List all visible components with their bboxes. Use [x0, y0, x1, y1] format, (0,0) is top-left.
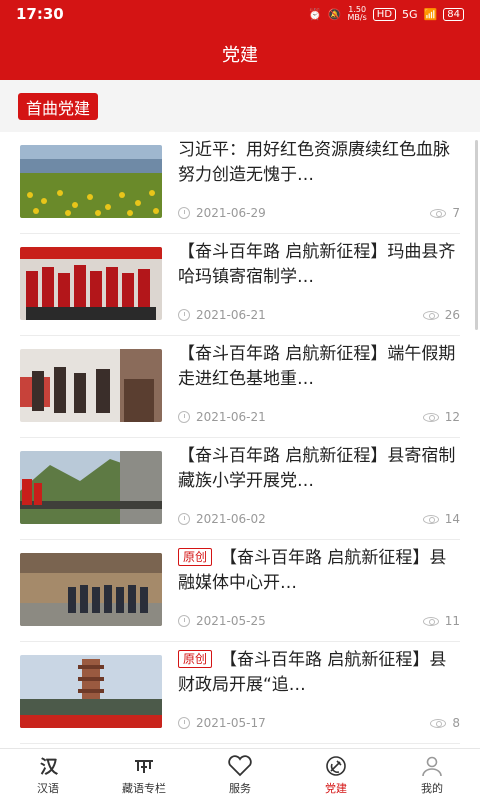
article-view-count: 8	[452, 716, 460, 730]
tab-chinese[interactable]: 汉 汉语	[0, 749, 96, 800]
eye-icon	[422, 514, 439, 524]
article-title[interactable]: 习近平：用好红色资源赓续红色血脉 努力创造无愧于…	[178, 138, 460, 188]
article-date: 2021-05-25	[196, 614, 266, 628]
article-views: 26	[422, 308, 460, 322]
svg-text:汉: 汉	[40, 757, 59, 777]
article-item[interactable]: 习近平：用好红色资源赓续红色血脉 努力创造无愧于… 2021-06-29 7	[20, 132, 460, 234]
party-emblem-icon	[324, 754, 348, 778]
status-time: 17:30	[16, 5, 64, 23]
article-meta: 2021-05-17 8	[178, 716, 460, 730]
tab-label: 汉语	[37, 781, 59, 795]
article-date: 2021-06-02	[196, 512, 266, 526]
section-tag[interactable]: 首曲党建	[18, 93, 99, 120]
article-view-count: 26	[444, 308, 460, 322]
article-date: 2021-06-29	[196, 206, 266, 220]
mute-icon: 🔕	[327, 7, 342, 21]
alarm-icon: ⏰	[308, 7, 322, 21]
article-date: 2021-05-17	[196, 716, 266, 730]
article-thumbnail	[20, 553, 162, 626]
tab-label: 党建	[325, 781, 347, 795]
clock-icon	[178, 309, 190, 321]
original-badge: 原创	[178, 548, 213, 566]
tab-label: 服务	[229, 781, 251, 795]
article-item[interactable]: 原创 【奋斗百年路 启航新征程】县融媒体中心开… 2021-05-25 11	[20, 540, 460, 642]
person-icon	[420, 754, 444, 778]
clock-icon	[178, 615, 190, 627]
eye-icon	[422, 616, 439, 626]
article-meta: 2021-06-29 7	[178, 206, 460, 220]
eye-icon	[422, 412, 439, 422]
article-title[interactable]: 【奋斗百年路 启航新征程】县寄宿制藏族小学开展党…	[178, 444, 460, 494]
article-thumbnail	[20, 145, 162, 218]
article-title[interactable]: 【奋斗百年路 启航新征程】端午假期走进红色基地重…	[178, 342, 460, 392]
article-item[interactable]: 【奋斗百年路 启航新征程】端午假期走进红色基地重… 2021-06-21 12	[20, 336, 460, 438]
clock-icon	[178, 513, 190, 525]
article-meta: 2021-06-21 26	[178, 308, 460, 322]
article-title-text: 【奋斗百年路 启航新征程】玛曲县齐哈玛镇寄宿制学…	[178, 242, 456, 287]
clock-icon	[178, 207, 190, 219]
article-title-text: 【奋斗百年路 启航新征程】县财政局开展“追…	[178, 650, 447, 695]
article-meta: 2021-06-21 12	[178, 410, 460, 424]
article-views: 14	[422, 512, 460, 526]
tab-service[interactable]: 服务	[192, 749, 288, 800]
article-title[interactable]: 原创 【奋斗百年路 启航新征程】县财政局开展“追…	[178, 648, 460, 698]
article-thumbnail	[20, 247, 162, 320]
article-views: 11	[422, 614, 460, 628]
han-char-icon: 汉	[37, 754, 59, 778]
wifi-icon: 📶	[423, 7, 438, 21]
tab-mine[interactable]: 我的	[384, 749, 480, 800]
article-item[interactable]: 【奋斗百年路 启航新征程】县寄宿制藏族小学开展党… 2021-06-02 14	[20, 438, 460, 540]
article-thumbnail	[20, 349, 162, 422]
title-bar: 党建	[0, 28, 480, 80]
article-title[interactable]: 原创 【奋斗百年路 启航新征程】县融媒体中心开…	[178, 546, 460, 596]
article-item[interactable]: 【奋斗百年路 启航新征程】玛曲县齐哈玛镇寄宿制学… 2021-06-21 26	[20, 234, 460, 336]
article-title-text: 【奋斗百年路 启航新征程】县寄宿制藏族小学开展党…	[178, 446, 456, 491]
eye-icon	[430, 208, 447, 218]
article-meta: 2021-06-02 14	[178, 512, 460, 526]
article-views: 7	[430, 206, 460, 220]
section-bar: 首曲党建	[0, 80, 480, 132]
tab-party-building[interactable]: 党建	[288, 749, 384, 800]
network-speed: 1.50 MB/s	[348, 6, 367, 22]
article-thumbnail	[20, 655, 162, 728]
article-title-text: 习近平：用好红色资源赓续红色血脉 努力创造无愧于…	[178, 140, 450, 185]
status-icons: ⏰ 🔕 1.50 MB/s HD 5G 📶 84	[308, 6, 464, 22]
eye-icon	[430, 718, 447, 728]
tibetan-script-icon	[132, 754, 156, 778]
article-thumbnail	[20, 451, 162, 524]
article-item[interactable]: 原创 【奋斗百年路 启航新征程】县财政局开展“追… 2021-05-17 8	[20, 642, 460, 744]
tab-tibetan[interactable]: 藏语专栏	[96, 749, 192, 800]
heart-icon	[227, 754, 253, 778]
article-view-count: 11	[444, 614, 460, 628]
article-view-count: 14	[444, 512, 460, 526]
clock-icon	[178, 717, 190, 729]
page-title: 党建	[222, 45, 258, 66]
article-title-text: 【奋斗百年路 启航新征程】端午假期走进红色基地重…	[178, 344, 456, 389]
article-title[interactable]: 【奋斗百年路 启航新征程】玛曲县齐哈玛镇寄宿制学…	[178, 240, 460, 290]
article-views: 8	[430, 716, 460, 730]
clock-icon	[178, 411, 190, 423]
tab-label: 藏语专栏	[122, 781, 166, 795]
article-view-count: 7	[452, 206, 460, 220]
tab-label: 我的	[421, 781, 443, 795]
article-date: 2021-06-21	[196, 308, 266, 322]
article-title-text: 【奋斗百年路 启航新征程】县融媒体中心开…	[178, 548, 447, 593]
article-view-count: 12	[444, 410, 460, 424]
status-bar: 17:30 ⏰ 🔕 1.50 MB/s HD 5G 📶 84	[0, 0, 480, 28]
battery-level: 84	[443, 7, 464, 21]
network-speed-unit: MB/s	[347, 13, 367, 22]
article-list[interactable]: 习近平：用好红色资源赓续红色血脉 努力创造无愧于… 2021-06-29 7 【…	[0, 132, 480, 748]
article-meta: 2021-05-25 11	[178, 614, 460, 628]
eye-icon	[422, 310, 439, 320]
signal-5g: 5G	[402, 7, 418, 21]
scrollbar[interactable]	[475, 140, 478, 330]
article-views: 12	[422, 410, 460, 424]
article-date: 2021-06-21	[196, 410, 266, 424]
bottom-tab-bar: 汉 汉语 藏语专栏 服务 党建 我的	[0, 748, 480, 800]
hd-badge: HD	[372, 7, 397, 21]
original-badge: 原创	[178, 650, 213, 668]
